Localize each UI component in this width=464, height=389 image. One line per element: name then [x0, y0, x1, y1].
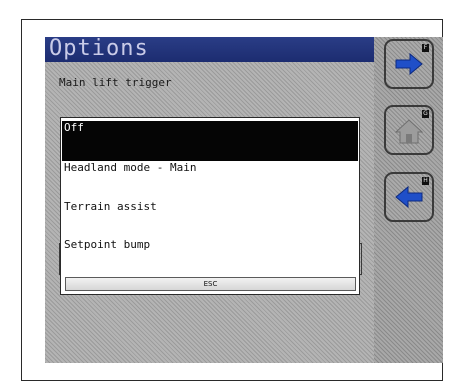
setting-label: Main lift trigger: [59, 76, 172, 89]
back-softkey[interactable]: H: [384, 172, 434, 222]
softkey-letter: F: [422, 44, 429, 52]
option-label: Off: [64, 121, 84, 134]
home-icon: [394, 119, 424, 144]
next-softkey[interactable]: F: [384, 39, 434, 89]
option-off[interactable]: Off: [62, 121, 358, 161]
option-label: Headland mode - Main: [64, 161, 197, 174]
arrow-right-icon: [395, 52, 423, 76]
option-label: Setpoint bump: [64, 238, 151, 251]
selection-popup: Off Headland mode - Main Terrain assist …: [60, 117, 360, 295]
softkey-letter: G: [422, 110, 429, 118]
softkey-letter: H: [422, 177, 429, 185]
title-bar: Options: [45, 37, 374, 62]
option-setpoint-bump[interactable]: Setpoint bump: [62, 237, 358, 275]
option-terrain-assist[interactable]: Terrain assist: [62, 199, 358, 237]
arrow-left-icon: [395, 185, 423, 209]
home-softkey[interactable]: G: [384, 105, 434, 155]
page-title: Options: [49, 36, 149, 61]
esc-button[interactable]: ESC: [65, 277, 356, 291]
option-label: Terrain assist: [64, 200, 157, 213]
option-headland-mode-main[interactable]: Headland mode - Main: [62, 161, 358, 199]
